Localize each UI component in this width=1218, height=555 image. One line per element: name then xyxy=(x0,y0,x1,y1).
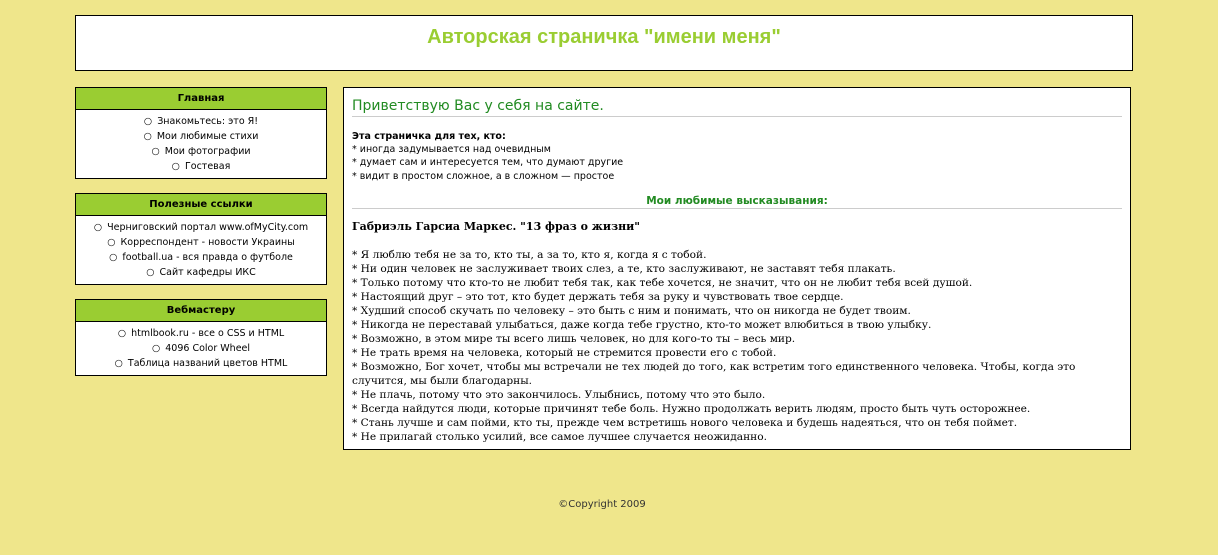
nav-item[interactable]: ○ football.ua - вся правда о футболе xyxy=(76,250,326,265)
quote-item: * Никогда не переставай улыбаться, даже … xyxy=(352,318,932,331)
favorites-heading: Мои любимые высказывания: xyxy=(352,195,1122,209)
greeting-heading: Приветствую Вас у себя на сайте. xyxy=(352,98,1122,117)
quote-item: * Возможно, в этом мире ты всего лишь че… xyxy=(352,332,796,345)
circle-bullet-icon: ○ xyxy=(146,267,155,278)
nav-item[interactable]: ○ Таблица названий цветов HTML xyxy=(76,356,326,371)
site-header: Авторская страничка "имени меня" xyxy=(75,15,1133,71)
intro-line: * видит в простом сложное, а в сложном —… xyxy=(352,170,615,182)
nav-box-title: Полезные ссылки xyxy=(76,194,326,216)
quote-item: * Не плачь, потому что это закончилось. … xyxy=(352,388,766,401)
footer-copyright: ©Copyright 2009 xyxy=(558,499,646,510)
quote-item: * Ни один человек не заслуживает твоих с… xyxy=(352,262,896,275)
nav-link-guestbook[interactable]: Гостевая xyxy=(185,161,230,172)
quote-item: * Возможно, Бог хочет, чтобы мы встречал… xyxy=(352,360,1076,387)
quote-item: * Стань лучше и сам пойми, кто ты, прежд… xyxy=(352,416,1018,429)
nav-link-about[interactable]: Знакомьтесь: это Я! xyxy=(157,116,258,127)
circle-bullet-icon: ○ xyxy=(171,161,180,172)
main-content: Приветствую Вас у себя на сайте. Эта стр… xyxy=(343,87,1131,450)
site-title: Авторская страничка "имени меня" xyxy=(427,26,781,48)
circle-bullet-icon: ○ xyxy=(107,237,116,248)
nav-box-title: Главная xyxy=(76,88,326,110)
circle-bullet-icon: ○ xyxy=(117,328,127,339)
quote-item: * Только потому что кто-то не любит тебя… xyxy=(352,276,973,289)
quote-item: * Не прилагай столько усилий, все самое … xyxy=(352,430,767,443)
nav-item[interactable]: ○ Гостевая xyxy=(76,159,326,174)
nav-item[interactable]: ○ Корреспондент - новости Украины xyxy=(76,235,326,250)
circle-bullet-icon: ○ xyxy=(114,358,123,369)
intro-block: Эта страничка для тех, кто: * иногда зад… xyxy=(352,130,1122,183)
link-korrespondent[interactable]: Корреспондент - новости Украины xyxy=(121,237,295,248)
circle-bullet-icon: ○ xyxy=(143,131,152,142)
quote-item: * Всегда найдутся люди, которые причинят… xyxy=(352,402,1031,415)
nav-item[interactable]: ○ Мои фотографии xyxy=(76,144,326,159)
nav-link-photos[interactable]: Мои фотографии xyxy=(165,146,251,157)
intro-line: * иногда задумывается над очевидным xyxy=(352,144,551,156)
link-color-wheel[interactable]: 4096 Color Wheel xyxy=(165,343,250,354)
nav-item[interactable]: ○ Знакомьтесь: это Я! xyxy=(76,114,326,129)
quote-list: * Я люблю тебя не за то, кто ты, а за то… xyxy=(352,248,1122,444)
link-city-portal[interactable]: Черниговский портал www.ofMyCity.com xyxy=(107,222,308,233)
intro-line: * думает сам и интересуется тем, что дум… xyxy=(352,157,624,169)
nav-box-links: Полезные ссылки ○ Черниговский портал www… xyxy=(75,193,327,285)
nav-item[interactable]: ○ Сайт кафедры ИКС xyxy=(76,265,326,280)
nav-box-main: Главная ○ Знакомьтесь: это Я! ○ Мои любимы… xyxy=(75,87,327,179)
intro-heading: Эта страничка для тех, кто: xyxy=(352,131,506,142)
quote-source-title: Габриэль Гарсиа Маркес. "13 фраз о жизни… xyxy=(352,219,641,233)
nav-link-poems[interactable]: Мои любимые стихи xyxy=(157,131,259,142)
circle-bullet-icon: ○ xyxy=(151,146,160,157)
quote-item: * Худший способ скучать по человеку – эт… xyxy=(352,304,911,317)
quote-item: * Не трать время на человека, который не… xyxy=(352,346,777,359)
quote-item: * Я люблю тебя не за то, кто ты, а за то… xyxy=(352,248,707,261)
nav-item[interactable]: ○ 4096 Color Wheel xyxy=(76,341,326,356)
nav-item[interactable]: ○ Мои любимые стихи xyxy=(76,129,326,144)
nav-item[interactable]: ○ Черниговский портал www.ofMyCity.com xyxy=(76,220,326,235)
link-football[interactable]: football.ua - вся правда о футболе xyxy=(122,252,292,263)
nav-box-webmaster: Вебмастеру ○ htmlbook.ru - все о CSS и HT… xyxy=(75,299,327,376)
nav-item[interactable]: ○ htmlbook.ru - все о CSS и HTML xyxy=(76,326,326,341)
sidebar: Главная ○ Знакомьтесь: это Я! ○ Мои любимы… xyxy=(75,87,327,390)
nav-box-title: Вебмастеру xyxy=(76,300,326,322)
quote-item: * Настоящий друг – это тот, кто будет де… xyxy=(352,290,844,303)
link-color-names[interactable]: Таблица названий цветов HTML xyxy=(128,358,287,369)
circle-bullet-icon: ○ xyxy=(93,222,103,233)
circle-bullet-icon: ○ xyxy=(109,252,118,263)
circle-bullet-icon: ○ xyxy=(151,343,161,354)
circle-bullet-icon: ○ xyxy=(143,116,153,127)
link-department[interactable]: Сайт кафедры ИКС xyxy=(159,267,255,278)
link-htmlbook[interactable]: htmlbook.ru - все о CSS и HTML xyxy=(131,328,284,339)
